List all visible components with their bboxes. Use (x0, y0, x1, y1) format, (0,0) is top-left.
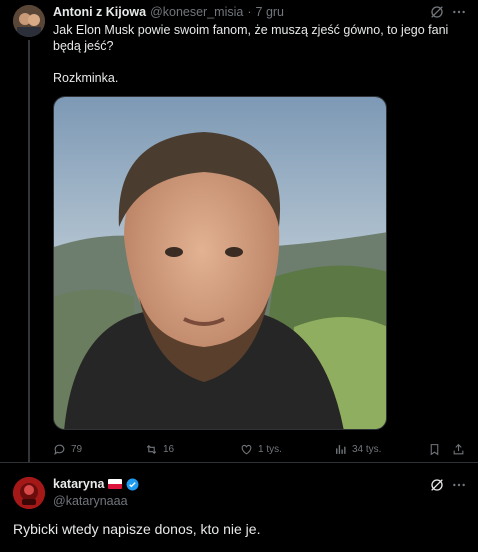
author-handle[interactable]: @koneser_misia (150, 5, 243, 19)
retweet-count: 16 (163, 444, 175, 455)
like-button[interactable]: 1 tys. (240, 443, 282, 456)
tweet-text-line: Rozkminka. (53, 71, 119, 85)
thread-line (28, 40, 30, 462)
avatar-image-icon (13, 477, 45, 509)
reply-button[interactable]: 79 (53, 443, 82, 456)
author-avatar[interactable] (13, 5, 45, 37)
poland-flag-icon (108, 479, 123, 489)
tweet-time[interactable]: 7 gru (256, 5, 285, 19)
retweet-button[interactable]: 16 (145, 443, 174, 456)
like-count: 1 tys. (258, 444, 282, 455)
tweet-header: kataryna (53, 477, 139, 491)
tweet-reply[interactable]: kataryna @katarynaaa Rybicki wtedy napis… (0, 462, 478, 552)
share-button[interactable] (452, 443, 465, 456)
tweet-text: Jak Elon Musk powie swoim fanom, że musz… (53, 22, 453, 102)
bookmark-button[interactable] (428, 443, 441, 456)
portrait-photo-image (54, 97, 386, 429)
author-avatar[interactable] (13, 477, 45, 509)
views-icon (336, 445, 346, 454)
verified-badge-icon[interactable] (126, 478, 139, 491)
tweet-photo[interactable] (53, 96, 387, 430)
share-icon (453, 443, 464, 455)
tweet-header: Antoni z Kijowa @koneser_misia · 7 gru (53, 5, 284, 21)
author-name[interactable]: Antoni z Kijowa (53, 5, 146, 19)
grok-icon[interactable] (429, 4, 445, 20)
dot-separator: · (247, 5, 252, 19)
reply-icon (54, 444, 65, 456)
tweet-text: Rybicki wtedy napisze donos, kto nie je. (13, 521, 261, 537)
bookmark-icon (430, 444, 439, 456)
views-button[interactable]: 34 tys. (334, 443, 381, 456)
reply-count: 79 (71, 444, 83, 455)
views-count: 34 tys. (352, 444, 382, 455)
more-icon[interactable] (451, 477, 467, 493)
tweet-text-line: Jak Elon Musk powie swoim fanom, że musz… (53, 23, 449, 53)
retweet-icon (146, 444, 157, 455)
tweet-main[interactable]: Antoni z Kijowa @koneser_misia · 7 gru J… (0, 0, 478, 462)
more-icon[interactable] (451, 4, 467, 20)
grok-icon[interactable] (429, 477, 445, 493)
heart-icon (241, 444, 252, 455)
avatar-image-icon (13, 5, 45, 37)
author-handle[interactable]: @katarynaaa (53, 494, 128, 508)
author-name[interactable]: kataryna (53, 477, 104, 491)
tweet-actions: 79 16 1 tys. 34 tys. (53, 443, 471, 459)
